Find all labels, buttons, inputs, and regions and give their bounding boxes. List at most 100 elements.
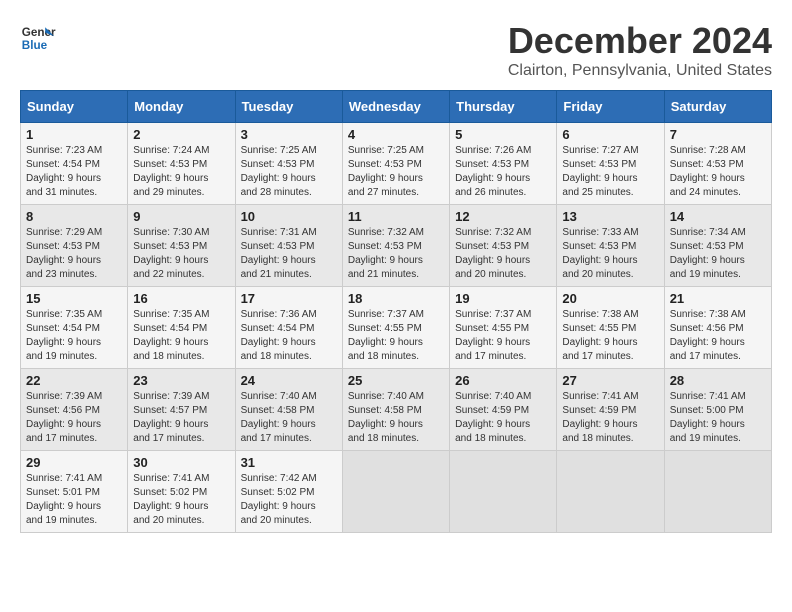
calendar-day-header: Tuesday	[235, 91, 342, 123]
day-number: 15	[26, 291, 122, 306]
day-info: Sunrise: 7:39 AM Sunset: 4:57 PM Dayligh…	[133, 390, 229, 446]
day-info: Sunrise: 7:41 AM Sunset: 5:00 PM Dayligh…	[670, 390, 766, 446]
day-number: 11	[348, 209, 444, 224]
day-info: Sunrise: 7:35 AM Sunset: 4:54 PM Dayligh…	[133, 308, 229, 364]
day-number: 8	[26, 209, 122, 224]
day-number: 25	[348, 373, 444, 388]
day-info: Sunrise: 7:33 AM Sunset: 4:53 PM Dayligh…	[562, 226, 658, 282]
day-info: Sunrise: 7:37 AM Sunset: 4:55 PM Dayligh…	[348, 308, 444, 364]
calendar-day-header: Saturday	[664, 91, 771, 123]
day-info: Sunrise: 7:41 AM Sunset: 5:01 PM Dayligh…	[26, 472, 122, 528]
day-number: 19	[455, 291, 551, 306]
calendar-cell: 3 Sunrise: 7:25 AM Sunset: 4:53 PM Daylig…	[235, 123, 342, 205]
day-number: 9	[133, 209, 229, 224]
calendar-week-row: 22Sunrise: 7:39 AM Sunset: 4:56 PM Dayli…	[21, 369, 772, 451]
calendar-cell: 13 Sunrise: 7:33 AM Sunset: 4:53 PM Dayli…	[557, 205, 664, 287]
svg-text:Blue: Blue	[22, 39, 48, 52]
logo: General Blue	[20, 20, 56, 56]
day-number: 18	[348, 291, 444, 306]
day-info: Sunrise: 7:34 AM Sunset: 4:53 PM Dayligh…	[670, 226, 766, 282]
day-number: 26	[455, 373, 551, 388]
day-info: Sunrise: 7:32 AM Sunset: 4:53 PM Dayligh…	[348, 226, 444, 282]
calendar-day-header: Thursday	[450, 91, 557, 123]
day-number: 16	[133, 291, 229, 306]
day-number: 27	[562, 373, 658, 388]
day-info: Sunrise: 7:25 AM Sunset: 4:53 PM Dayligh…	[241, 144, 337, 200]
day-number: 14	[670, 209, 766, 224]
calendar-cell: 26 Sunrise: 7:40 AM Sunset: 4:59 PM Dayli…	[450, 369, 557, 451]
day-number: 5	[455, 127, 551, 142]
calendar-header-row: SundayMondayTuesdayWednesdayThursdayFrid…	[21, 91, 772, 123]
calendar-week-row: 15 Sunrise: 7:35 AM Sunset: 4:54 PM Dayli…	[21, 287, 772, 369]
day-info: Sunrise: 7:26 AM Sunset: 4:53 PM Dayligh…	[455, 144, 551, 200]
day-number: 13	[562, 209, 658, 224]
day-number: 30	[133, 455, 229, 470]
day-number: 12	[455, 209, 551, 224]
day-number: 10	[241, 209, 337, 224]
calendar-cell: 1 Sunrise: 7:23 AM Sunset: 4:54 PM Daylig…	[21, 123, 128, 205]
calendar-cell: 17Sunrise: 7:36 AM Sunset: 4:54 PM Dayli…	[235, 287, 342, 369]
day-info: Sunrise: 7:37 AM Sunset: 4:55 PM Dayligh…	[455, 308, 551, 364]
calendar-cell: 20 Sunrise: 7:38 AM Sunset: 4:55 PM Dayli…	[557, 287, 664, 369]
day-number: 31	[241, 455, 337, 470]
calendar-cell: 2 Sunrise: 7:24 AM Sunset: 4:53 PM Daylig…	[128, 123, 235, 205]
calendar-cell	[450, 451, 557, 533]
day-info: Sunrise: 7:28 AM Sunset: 4:53 PM Dayligh…	[670, 144, 766, 200]
day-number: 21	[670, 291, 766, 306]
calendar-day-header: Sunday	[21, 91, 128, 123]
calendar-cell: 10 Sunrise: 7:31 AM Sunset: 4:53 PM Dayli…	[235, 205, 342, 287]
day-number: 7	[670, 127, 766, 142]
day-info: Sunrise: 7:29 AM Sunset: 4:53 PM Dayligh…	[26, 226, 122, 282]
day-info: Sunrise: 7:38 AM Sunset: 4:55 PM Dayligh…	[562, 308, 658, 364]
calendar-cell: 9 Sunrise: 7:30 AM Sunset: 4:53 PM Daylig…	[128, 205, 235, 287]
day-number: 3	[241, 127, 337, 142]
calendar-cell: 15 Sunrise: 7:35 AM Sunset: 4:54 PM Dayli…	[21, 287, 128, 369]
calendar-cell: 12Sunrise: 7:32 AM Sunset: 4:53 PM Dayli…	[450, 205, 557, 287]
calendar-cell: 27 Sunrise: 7:41 AM Sunset: 4:59 PM Dayli…	[557, 369, 664, 451]
logo-icon: General Blue	[20, 20, 56, 56]
calendar-week-row: 8 Sunrise: 7:29 AM Sunset: 4:53 PM Daylig…	[21, 205, 772, 287]
day-info: Sunrise: 7:40 AM Sunset: 4:59 PM Dayligh…	[455, 390, 551, 446]
day-number: 29	[26, 455, 122, 470]
calendar-cell: 14 Sunrise: 7:34 AM Sunset: 4:53 PM Dayli…	[664, 205, 771, 287]
calendar-cell: 16 Sunrise: 7:35 AM Sunset: 4:54 PM Dayli…	[128, 287, 235, 369]
day-number: 20	[562, 291, 658, 306]
calendar-cell	[557, 451, 664, 533]
calendar-cell: 18 Sunrise: 7:37 AM Sunset: 4:55 PM Dayli…	[342, 287, 449, 369]
day-number: 24	[241, 373, 337, 388]
calendar-cell: 23 Sunrise: 7:39 AM Sunset: 4:57 PM Dayli…	[128, 369, 235, 451]
month-title: December 2024	[508, 20, 772, 62]
day-info: Sunrise: 7:31 AM Sunset: 4:53 PM Dayligh…	[241, 226, 337, 282]
calendar-cell: 5 Sunrise: 7:26 AM Sunset: 4:53 PM Daylig…	[450, 123, 557, 205]
day-number: 1	[26, 127, 122, 142]
day-info: Sunrise: 7:30 AM Sunset: 4:53 PM Dayligh…	[133, 226, 229, 282]
calendar-table: SundayMondayTuesdayWednesdayThursdayFrid…	[20, 90, 772, 533]
day-info: Sunrise: 7:24 AM Sunset: 4:53 PM Dayligh…	[133, 144, 229, 200]
header: General Blue December 2024 Clairton, Pen…	[20, 20, 772, 80]
calendar-day-header: Monday	[128, 91, 235, 123]
calendar-cell: 19 Sunrise: 7:37 AM Sunset: 4:55 PM Dayli…	[450, 287, 557, 369]
calendar-cell: 25Sunrise: 7:40 AM Sunset: 4:58 PM Dayli…	[342, 369, 449, 451]
day-number: 28	[670, 373, 766, 388]
calendar-cell: 6Sunrise: 7:27 AM Sunset: 4:53 PM Daylig…	[557, 123, 664, 205]
calendar-week-row: 29 Sunrise: 7:41 AM Sunset: 5:01 PM Dayli…	[21, 451, 772, 533]
calendar-cell: 31Sunrise: 7:42 AM Sunset: 5:02 PM Dayli…	[235, 451, 342, 533]
svg-text:General: General	[22, 26, 56, 39]
day-number: 23	[133, 373, 229, 388]
day-info: Sunrise: 7:41 AM Sunset: 5:02 PM Dayligh…	[133, 472, 229, 528]
calendar-cell: 29 Sunrise: 7:41 AM Sunset: 5:01 PM Dayli…	[21, 451, 128, 533]
day-info: Sunrise: 7:23 AM Sunset: 4:54 PM Dayligh…	[26, 144, 122, 200]
day-info: Sunrise: 7:40 AM Sunset: 4:58 PM Dayligh…	[241, 390, 337, 446]
calendar-cell: 22Sunrise: 7:39 AM Sunset: 4:56 PM Dayli…	[21, 369, 128, 451]
title-area: December 2024 Clairton, Pennsylvania, Un…	[508, 20, 772, 80]
day-info: Sunrise: 7:35 AM Sunset: 4:54 PM Dayligh…	[26, 308, 122, 364]
day-number: 22	[26, 373, 122, 388]
day-number: 2	[133, 127, 229, 142]
day-info: Sunrise: 7:41 AM Sunset: 4:59 PM Dayligh…	[562, 390, 658, 446]
calendar-cell: 28 Sunrise: 7:41 AM Sunset: 5:00 PM Dayli…	[664, 369, 771, 451]
day-info: Sunrise: 7:38 AM Sunset: 4:56 PM Dayligh…	[670, 308, 766, 364]
day-number: 6	[562, 127, 658, 142]
day-info: Sunrise: 7:36 AM Sunset: 4:54 PM Dayligh…	[241, 308, 337, 364]
calendar-body: 1 Sunrise: 7:23 AM Sunset: 4:54 PM Daylig…	[21, 123, 772, 533]
calendar-day-header: Friday	[557, 91, 664, 123]
